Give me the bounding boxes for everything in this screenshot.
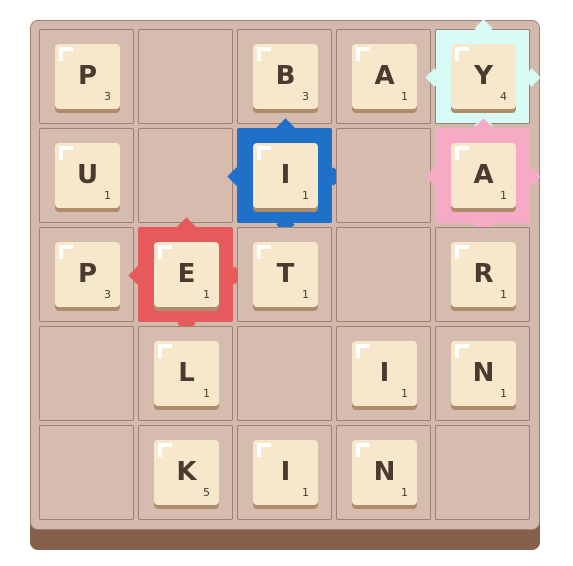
tile-score: 1: [401, 486, 408, 499]
board-cell[interactable]: P3: [39, 227, 134, 322]
tile-score: 1: [104, 189, 111, 202]
letter-tile[interactable]: A1: [352, 44, 417, 109]
tile-score: 1: [302, 288, 309, 301]
board-cell[interactable]: [435, 425, 530, 520]
board-cell[interactable]: N1: [336, 425, 431, 520]
letter-tile[interactable]: U1: [55, 143, 120, 208]
board-cell[interactable]: I1: [336, 326, 431, 421]
board-cell[interactable]: K5: [138, 425, 233, 520]
letter-tile[interactable]: P3: [55, 242, 120, 307]
tile-score: 1: [302, 189, 309, 202]
tile-score: 1: [203, 288, 210, 301]
board-cell[interactable]: L1: [138, 326, 233, 421]
tile-score: 1: [500, 387, 507, 400]
tile-score: 3: [104, 90, 111, 103]
board-cell[interactable]: [336, 227, 431, 322]
letter-tile[interactable]: A1: [451, 143, 516, 208]
letter-tile[interactable]: B3: [253, 44, 318, 109]
letter-tile[interactable]: R1: [451, 242, 516, 307]
tile-score: 1: [401, 387, 408, 400]
board-cell[interactable]: R1: [435, 227, 530, 322]
letter-tile[interactable]: P3: [55, 44, 120, 109]
letter-tile[interactable]: T1: [253, 242, 318, 307]
letter-tile[interactable]: Y4: [451, 44, 516, 109]
tile-score: 4: [500, 90, 507, 103]
board-cell-red-bonus[interactable]: E1: [128, 217, 244, 333]
tile-score: 3: [104, 288, 111, 301]
letter-tile[interactable]: E1: [154, 242, 219, 307]
board-cell[interactable]: [237, 326, 332, 421]
board-cell[interactable]: [138, 29, 233, 124]
tile-score: 1: [203, 387, 210, 400]
letter-tile[interactable]: K5: [154, 440, 219, 505]
tile-score: 1: [500, 189, 507, 202]
tile-score: 5: [203, 486, 210, 499]
board-cell-cyan-bonus[interactable]: Y4: [425, 19, 541, 135]
letter-tile[interactable]: I1: [253, 143, 318, 208]
board-cell[interactable]: P3: [39, 29, 134, 124]
board-cell[interactable]: [39, 425, 134, 520]
bonus-diamond-icon: [522, 67, 541, 87]
letter-tile[interactable]: I1: [352, 341, 417, 406]
board-cell-blue-bonus[interactable]: I1: [227, 118, 343, 234]
board-cell[interactable]: I1: [237, 425, 332, 520]
tile-score: 1: [401, 90, 408, 103]
letter-tile[interactable]: L1: [154, 341, 219, 406]
letter-tile[interactable]: N1: [352, 440, 417, 505]
board-cell[interactable]: A1: [336, 29, 431, 124]
tile-score: 1: [302, 486, 309, 499]
board-cell[interactable]: T1: [237, 227, 332, 322]
tile-score: 1: [500, 288, 507, 301]
letter-tile[interactable]: N1: [451, 341, 516, 406]
board-cell[interactable]: B3: [237, 29, 332, 124]
letter-tile[interactable]: I1: [253, 440, 318, 505]
bonus-diamond-icon: [522, 166, 541, 186]
board-cell[interactable]: N1: [435, 326, 530, 421]
board-cell[interactable]: [138, 128, 233, 223]
bonus-diamond-icon: [473, 19, 493, 38]
game-board: P3 B3 A1 Y4 U1 I1 A1 P3 E1 T1 R1 L1 I1 N1 K5 I1 N1: [30, 19, 541, 530]
board-cell[interactable]: [336, 128, 431, 223]
board-cell-pink-bonus[interactable]: A1: [425, 118, 541, 234]
tile-score: 3: [302, 90, 309, 103]
board-cell[interactable]: U1: [39, 128, 134, 223]
board-cell[interactable]: [39, 326, 134, 421]
